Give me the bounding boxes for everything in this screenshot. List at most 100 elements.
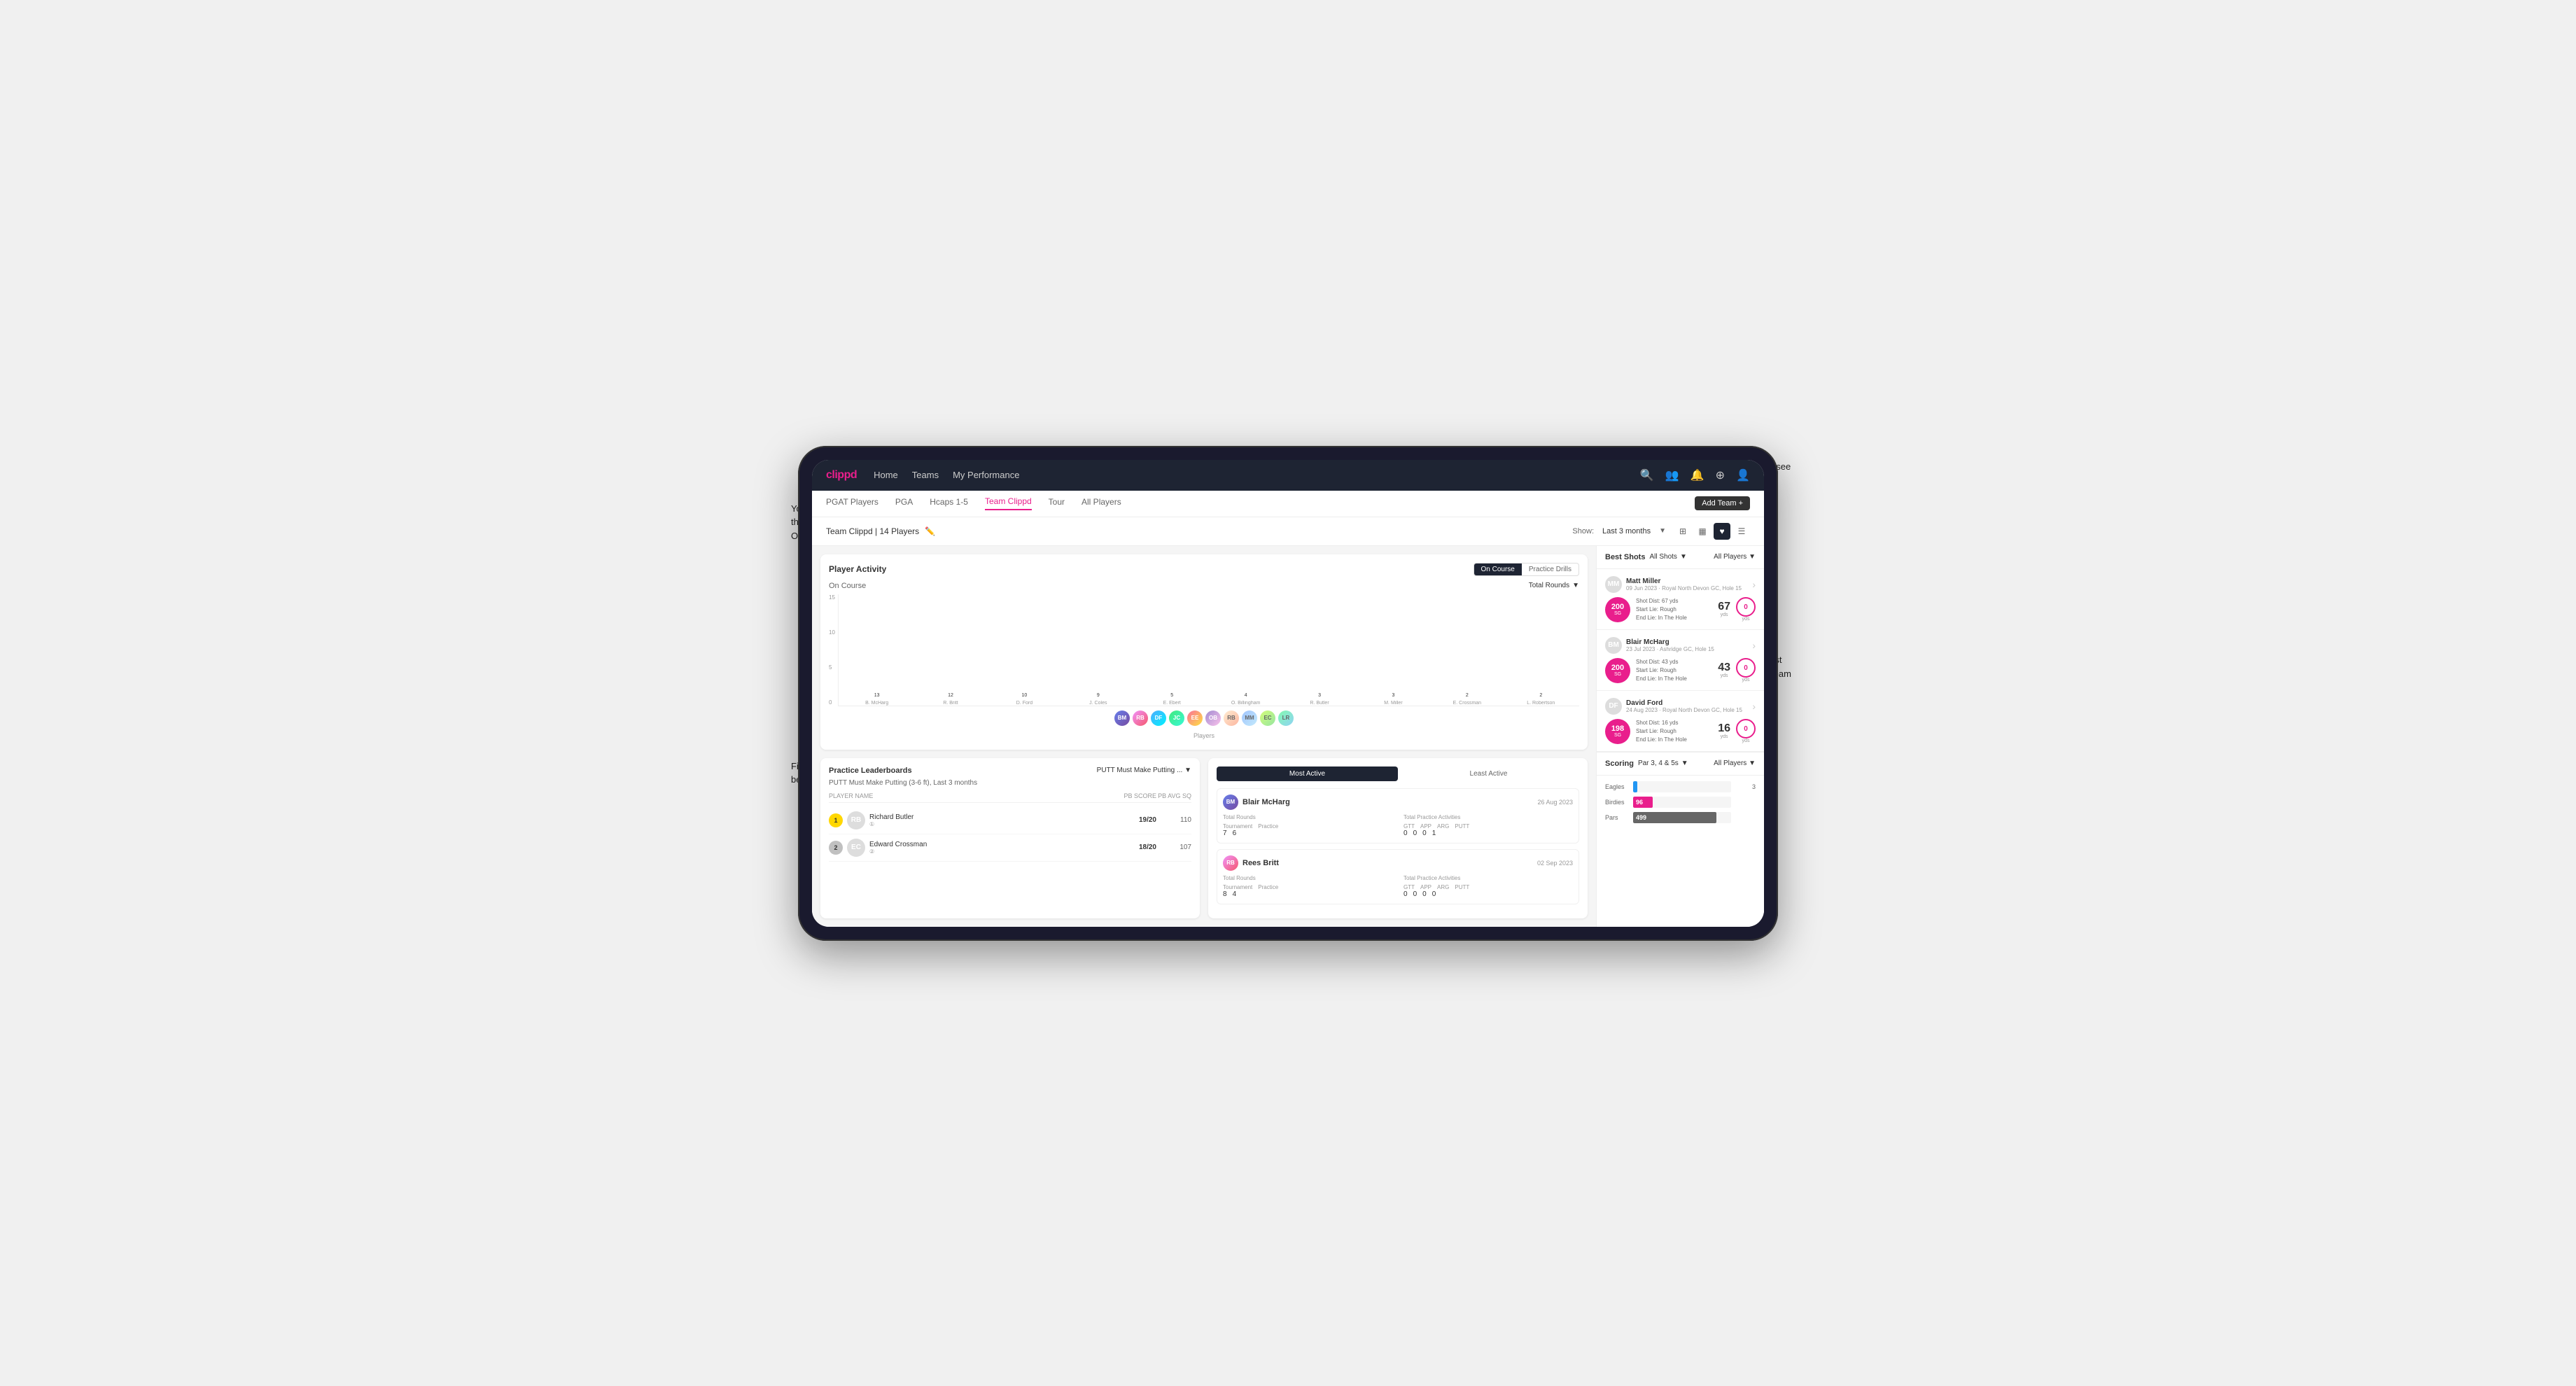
sub-nav-team-clippd[interactable]: Team Clippd: [985, 496, 1032, 510]
show-dropdown[interactable]: Last 3 months: [1602, 527, 1651, 536]
ap2-practice-act-label: Total Practice Activities: [1404, 875, 1573, 881]
ap2-tournament-label: Tournament: [1223, 884, 1252, 890]
shot2-avatar: BM: [1605, 637, 1622, 654]
add-team-button[interactable]: Add Team +: [1695, 496, 1750, 510]
lb-dropdown[interactable]: PUTT Must Make Putting ... ▼: [1097, 766, 1191, 774]
bar-chart: 0 5 10 15 13B. McHarg12R. Britt10D. Ford…: [829, 594, 1579, 706]
edit-icon[interactable]: ✏️: [925, 526, 935, 536]
shot3-details: 198 SG Shot Dist: 16 yds Start Lie: Roug…: [1605, 719, 1756, 744]
sub-nav-all-players[interactable]: All Players: [1082, 497, 1121, 510]
player2-info: Edward Crossman ②: [869, 841, 1121, 855]
bar-group-9: 2L. Robertson: [1506, 693, 1576, 706]
ap1-arg: 0: [1422, 830, 1427, 837]
scoring-eagles-bar-wrap: [1633, 781, 1731, 792]
scoring-pars-bar-wrap: 499: [1633, 812, 1731, 823]
chevron-down-scoring-icon: ▼: [1681, 760, 1688, 767]
player-activity-card: Player Activity On Course Practice Drill…: [820, 554, 1588, 750]
chevron-down-icon: ▼: [1659, 527, 1666, 535]
ap1-rounds-vals: 7 6: [1223, 830, 1392, 837]
scoring-pars-label: Pars: [1605, 814, 1633, 821]
shot3-stat-zero: 0 yds: [1736, 719, 1756, 743]
player-activity-header: Player Activity On Course Practice Drill…: [829, 563, 1579, 576]
shot2-stat-dist: 43 yds: [1718, 662, 1730, 678]
scoring-eagles-count: 3: [1731, 783, 1756, 790]
least-active-tab[interactable]: Least Active: [1398, 766, 1579, 781]
sub-nav-pga[interactable]: PGA: [895, 497, 913, 510]
ap1-app: 0: [1413, 830, 1418, 837]
nav-home[interactable]: Home: [874, 470, 898, 480]
lb-title: Practice Leaderboards: [829, 766, 912, 775]
sub-nav-pgat[interactable]: PGAT Players: [826, 497, 878, 510]
page-wrapper: Choose the timescale you wish to see the…: [798, 446, 1778, 941]
y-label-5: 5: [829, 664, 835, 671]
all-shots-filter[interactable]: All Shots ▼: [1649, 553, 1686, 561]
shot3-player-row: DF David Ford 24 Aug 2023 · Royal North …: [1605, 698, 1756, 715]
scoring-birdies-bar-wrap: 96: [1633, 797, 1731, 808]
view-grid-4-icon[interactable]: ⊞: [1674, 523, 1691, 540]
sub-nav-hcaps[interactable]: Hcaps 1-5: [930, 497, 968, 510]
ap2-rounds-group: Total Rounds Tournament Practice 8 4: [1223, 875, 1392, 898]
shot3-player-info: David Ford 24 Aug 2023 · Royal North Dev…: [1626, 699, 1752, 713]
ap1-name-row: BM Blair McHarg: [1223, 794, 1290, 810]
on-course-label: On Course: [829, 582, 866, 590]
account-icon[interactable]: 👤: [1736, 468, 1750, 482]
practice-drills-pill[interactable]: Practice Drills: [1522, 564, 1578, 575]
search-icon[interactable]: 🔍: [1640, 468, 1654, 482]
tablet-frame: clippd Home Teams My Performance 🔍 👥 🔔 ⊕…: [798, 446, 1778, 941]
best-shots-title: Best Shots: [1605, 553, 1645, 561]
shot3-avatar: DF: [1605, 698, 1622, 715]
player-activity-title: Player Activity: [829, 564, 886, 574]
shot3-player-name: David Ford: [1626, 699, 1752, 707]
view-grid-3-icon[interactable]: ▦: [1694, 523, 1711, 540]
activity-card: Most Active Least Active BM Blair McHarg: [1208, 758, 1588, 918]
avatar-rbutler: RB: [1224, 710, 1239, 726]
leaderboard-card: Practice Leaderboards PUTT Must Make Put…: [820, 758, 1200, 918]
scoring-pars-row: Pars 499: [1605, 812, 1756, 823]
col-pb-score: PB SCORE: [1121, 792, 1156, 799]
player1-info: Richard Butler ①: [869, 813, 1121, 827]
team-header: Team Clippd | 14 Players ✏️ Show: Last 3…: [812, 517, 1764, 546]
ap1-name: Blair McHarg: [1242, 798, 1290, 806]
bar-value-6: 3: [1318, 693, 1321, 698]
player2-avg: 107: [1156, 844, 1191, 851]
shot1-player-meta: 09 Jun 2023 · Royal North Devon GC, Hole…: [1626, 585, 1752, 592]
all-players-filter[interactable]: All Players ▼: [1714, 553, 1756, 561]
gtt-label: GTT: [1404, 823, 1415, 830]
avatar-rbritt: RB: [1133, 710, 1148, 726]
scoring-filter2[interactable]: All Players ▼: [1714, 760, 1756, 767]
ap2-name: Rees Britt: [1242, 859, 1279, 867]
ap2-arg: 0: [1422, 890, 1427, 898]
shot2-player-meta: 23 Jul 2023 · Ashridge GC, Hole 15: [1626, 646, 1752, 652]
avatar-lrobertson: LR: [1278, 710, 1294, 726]
most-active-tab[interactable]: Most Active: [1217, 766, 1398, 781]
x-label-5: O. Billingham: [1210, 701, 1281, 706]
add-circle-icon[interactable]: ⊕: [1716, 468, 1725, 482]
ap1-avatar: BM: [1223, 794, 1238, 810]
shot-card-3[interactable]: DF David Ford 24 Aug 2023 · Royal North …: [1597, 691, 1764, 752]
rank-2-badge: 2: [829, 841, 843, 855]
x-label-8: E. Crossman: [1432, 701, 1502, 706]
scoring-filter1[interactable]: Par 3, 4 & 5s ▼: [1638, 760, 1688, 767]
chevron-down-small-icon: ▼: [1680, 553, 1687, 561]
view-heart-icon[interactable]: ♥: [1714, 523, 1730, 540]
shot-card-1[interactable]: MM Matt Miller 09 Jun 2023 · Royal North…: [1597, 569, 1764, 630]
bell-icon[interactable]: 🔔: [1690, 468, 1704, 482]
chart-filter[interactable]: Total Rounds ▼: [1529, 582, 1579, 589]
sub-nav-tour[interactable]: Tour: [1049, 497, 1065, 510]
on-course-pill[interactable]: On Course: [1474, 564, 1522, 575]
avatar-mmiller: MM: [1242, 710, 1257, 726]
shot3-badge: 198 SG: [1605, 719, 1630, 744]
chevron-down-scoring2-icon: ▼: [1749, 760, 1756, 767]
nav-teams[interactable]: Teams: [912, 470, 939, 480]
chevron-down-icon: ▼: [1572, 582, 1579, 589]
ap2-practice-group: Total Practice Activities GTT APP ARG PU…: [1404, 875, 1573, 898]
nav-my-performance[interactable]: My Performance: [953, 470, 1019, 480]
view-list-icon[interactable]: ☰: [1733, 523, 1750, 540]
player1-avg: 110: [1156, 816, 1191, 824]
activity-toggle: On Course Practice Drills: [1474, 563, 1579, 576]
people-icon[interactable]: 👥: [1665, 468, 1679, 482]
x-label-2: D. Ford: [989, 701, 1060, 706]
shot-card-2[interactable]: BM Blair McHarg 23 Jul 2023 · Ashridge G…: [1597, 630, 1764, 691]
ap1-date: 26 Aug 2023: [1537, 799, 1573, 806]
rank-1-badge: 1: [829, 813, 843, 827]
